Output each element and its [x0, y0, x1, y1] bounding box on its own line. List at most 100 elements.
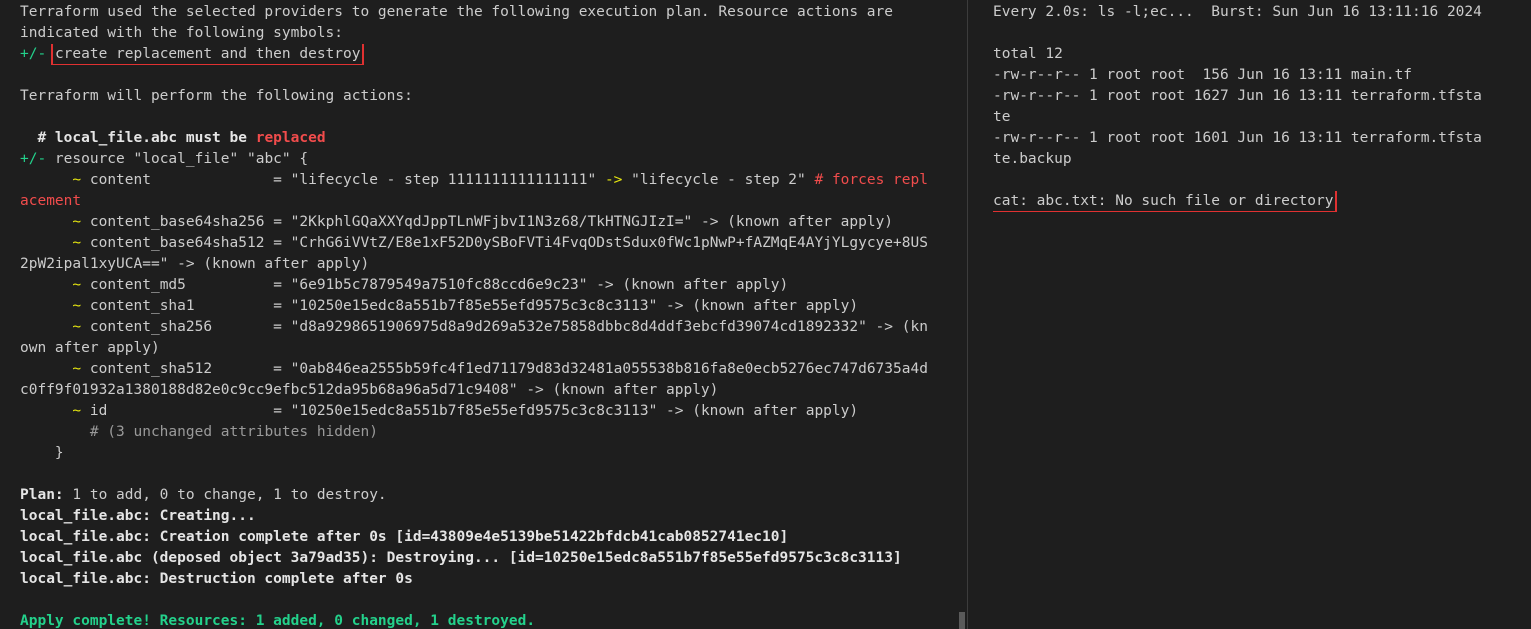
- attribute-value: "10250e15edc8a551b7f85e55efd9575c3c8c311…: [290, 403, 859, 419]
- plan-summary: 1 to add, 0 to change, 1 to destroy.: [63, 487, 387, 503]
- terminal-output: Terraform used the selected providers to…: [20, 2, 958, 629]
- attribute-value: "CrhG6iVVtZ/E8e1xF52D0ySBoFVTi4FvqODstSd…: [290, 235, 928, 251]
- resource-declaration: resource "local_file" "abc" {: [46, 151, 309, 167]
- watch-terminal-pane[interactable]: Every 2.0s: ls -l;ec... Burst: Sun Jun 1…: [968, 0, 1531, 629]
- attribute-name: content_sha512: [89, 361, 213, 377]
- terminal-line: Terraform will perform the following act…: [20, 86, 958, 107]
- hidden-attributes-note: # (3 unchanged attributes hidden): [89, 424, 378, 440]
- watch-output: Every 2.0s: ls -l;ec... Burst: Sun Jun 1…: [993, 2, 1531, 212]
- attribute-line: ~ content_md5 = "6e91b5c7879549a7510fc88…: [72, 277, 789, 293]
- closing-brace: }: [54, 445, 64, 461]
- apply-complete-message: Apply complete! Resources: 1 added, 0 ch…: [20, 613, 536, 629]
- attribute-name: content_md5: [89, 277, 186, 293]
- log-line: local_file.abc: Destruction complete aft…: [20, 569, 958, 590]
- file-listing-line: te: [993, 107, 1531, 128]
- attribute-value-wrap: 2pW2ipal1xyUCA==" -> (known after apply): [20, 256, 370, 272]
- attribute-value-wrap: own after apply): [20, 340, 160, 356]
- plan-summary-line: Plan: 1 to add, 0 to change, 1 to destro…: [20, 485, 958, 506]
- apply-complete-line: Apply complete! Resources: 1 added, 0 ch…: [20, 611, 958, 629]
- plan-label: Plan:: [20, 487, 64, 503]
- highlighted-symbol-description: create replacement and then destroy: [50, 44, 365, 65]
- attribute-value: "d8a9298651906975d8a9d269a532e75858dbbc8…: [290, 319, 928, 335]
- resource-declaration-line: +/- resource "local_file" "abc" {: [20, 149, 958, 170]
- terraform-terminal-pane[interactable]: Terraform used the selected providers to…: [0, 0, 958, 629]
- file-entry-wrap: te.backup: [993, 151, 1072, 167]
- watch-header-text: Every 2.0s: ls -l;ec... Burst: Sun Jun 1…: [993, 4, 1482, 20]
- plan-intro-text: Terraform used the selected providers to…: [20, 4, 893, 20]
- file-entry: -rw-r--r-- 1 root root 1627 Jun 16 13:11…: [993, 88, 1482, 104]
- terminal-line: Terraform used the selected providers to…: [20, 2, 958, 23]
- attribute-wrap-line: own after apply): [20, 338, 958, 359]
- closing-brace-line: }: [20, 443, 958, 464]
- replace-symbol: +/-: [20, 151, 47, 167]
- highlighted-cat-error: cat: abc.txt: No such file or directory: [993, 191, 1338, 212]
- attribute-line: ~ content_sha512 = "0ab846ea2555b59fc4f1…: [72, 361, 928, 377]
- attribute-name: content: [89, 172, 151, 188]
- terminal-scrollbar[interactable]: [959, 612, 965, 629]
- resource-address: # local_file.abc: [20, 130, 178, 146]
- log-line: local_file.abc: Creation complete after …: [20, 527, 958, 548]
- file-listing-line: -rw-r--r-- 1 root root 156 Jun 16 13:11 …: [993, 65, 1531, 86]
- tilde-symbol: ~: [72, 361, 82, 377]
- attribute-line: ~ content_base64sha256 = "2KkphlGQaXXYqd…: [72, 214, 894, 230]
- log-text: local_file.abc: Creation complete after …: [20, 529, 789, 545]
- tilde-symbol: ~: [72, 172, 82, 188]
- listing-total-text: total 12: [993, 46, 1063, 62]
- file-entry: -rw-r--r-- 1 root root 1601 Jun 16 13:11…: [993, 130, 1482, 146]
- resource-must-be-text: must be: [177, 130, 256, 146]
- terminal-line: +/- create replacement and then destroy: [20, 44, 958, 65]
- attribute-wrap-line: 2pW2ipal1xyUCA==" -> (known after apply): [20, 254, 958, 275]
- attribute-old-value: "lifecycle - step 1111111111111111": [290, 172, 597, 188]
- hidden-attributes-line: # (3 unchanged attributes hidden): [20, 422, 958, 443]
- tilde-symbol: ~: [72, 235, 82, 251]
- watch-header: Every 2.0s: ls -l;ec... Burst: Sun Jun 1…: [993, 2, 1531, 23]
- attribute-wrap-line: acement: [20, 193, 82, 209]
- attribute-value-wrap: c0ff9f01932a1380188d82e0c9cc9efbc512da95…: [20, 382, 719, 398]
- attribute-name: content_sha1: [89, 298, 195, 314]
- attribute-value: "2KkphlGQaXXYqdJppTLnWFjbvI1N3z68/TkHTNG…: [290, 214, 894, 230]
- attribute-value: "6e91b5c7879549a7510fc88ccd6e9c23" -> (k…: [290, 277, 789, 293]
- attribute-value: "10250e15edc8a551b7f85e55efd9575c3c8c311…: [290, 298, 859, 314]
- file-listing-line: -rw-r--r-- 1 root root 1601 Jun 16 13:11…: [993, 128, 1531, 149]
- resource-comment-line: # local_file.abc must be replaced: [20, 128, 958, 149]
- attribute-new-value: "lifecycle - step 2": [631, 172, 806, 188]
- file-listing-line: -rw-r--r-- 1 root root 1627 Jun 16 13:11…: [993, 86, 1531, 107]
- terminal-line: indicated with the following symbols:: [20, 23, 958, 44]
- attribute-line: ~ content_sha1 = "10250e15edc8a551b7f85e…: [72, 298, 859, 314]
- attribute-name: content_base64sha512: [89, 235, 265, 251]
- log-text: local_file.abc (deposed object 3a79ad35)…: [20, 550, 902, 566]
- tilde-symbol: ~: [72, 403, 82, 419]
- tilde-symbol: ~: [72, 298, 82, 314]
- replaced-keyword: replaced: [255, 130, 326, 146]
- log-text: local_file.abc: Creating...: [20, 508, 256, 524]
- attribute-value: "0ab846ea2555b59fc4f1ed71179d83d32481a05…: [290, 361, 928, 377]
- attribute-line: ~ id = "10250e15edc8a551b7f85e55efd9575c…: [72, 403, 859, 419]
- file-listing-line: te.backup: [993, 149, 1531, 170]
- attribute-wrap-line: c0ff9f01932a1380188d82e0c9cc9efbc512da95…: [20, 380, 958, 401]
- attribute-name: content_sha256: [89, 319, 213, 335]
- tilde-symbol: ~: [72, 214, 82, 230]
- forces-replacement-note: # forces repl: [814, 172, 928, 188]
- tilde-symbol: ~: [72, 319, 82, 335]
- attribute-line: ~ content_sha256 = "d8a9298651906975d8a9…: [72, 319, 928, 335]
- listing-total: total 12: [993, 44, 1531, 65]
- tilde-symbol: ~: [72, 277, 82, 293]
- attribute-line: ~ content_base64sha512 = "CrhG6iVVtZ/E8e…: [72, 235, 928, 251]
- file-entry-wrap: te: [993, 109, 1011, 125]
- plan-intro-text: indicated with the following symbols:: [20, 25, 344, 41]
- change-arrow: ->: [604, 172, 623, 188]
- actions-intro-text: Terraform will perform the following act…: [20, 88, 413, 104]
- file-entry: -rw-r--r-- 1 root root 156 Jun 16 13:11 …: [993, 67, 1413, 83]
- log-line: local_file.abc (deposed object 3a79ad35)…: [20, 548, 958, 569]
- attribute-name: content_base64sha256: [89, 214, 265, 230]
- attribute-line: ~ content = "lifecycle - step 1111111111…: [72, 172, 928, 188]
- replace-symbol: +/-: [20, 46, 47, 62]
- log-text: local_file.abc: Destruction complete aft…: [20, 571, 413, 587]
- attribute-name: id: [89, 403, 108, 419]
